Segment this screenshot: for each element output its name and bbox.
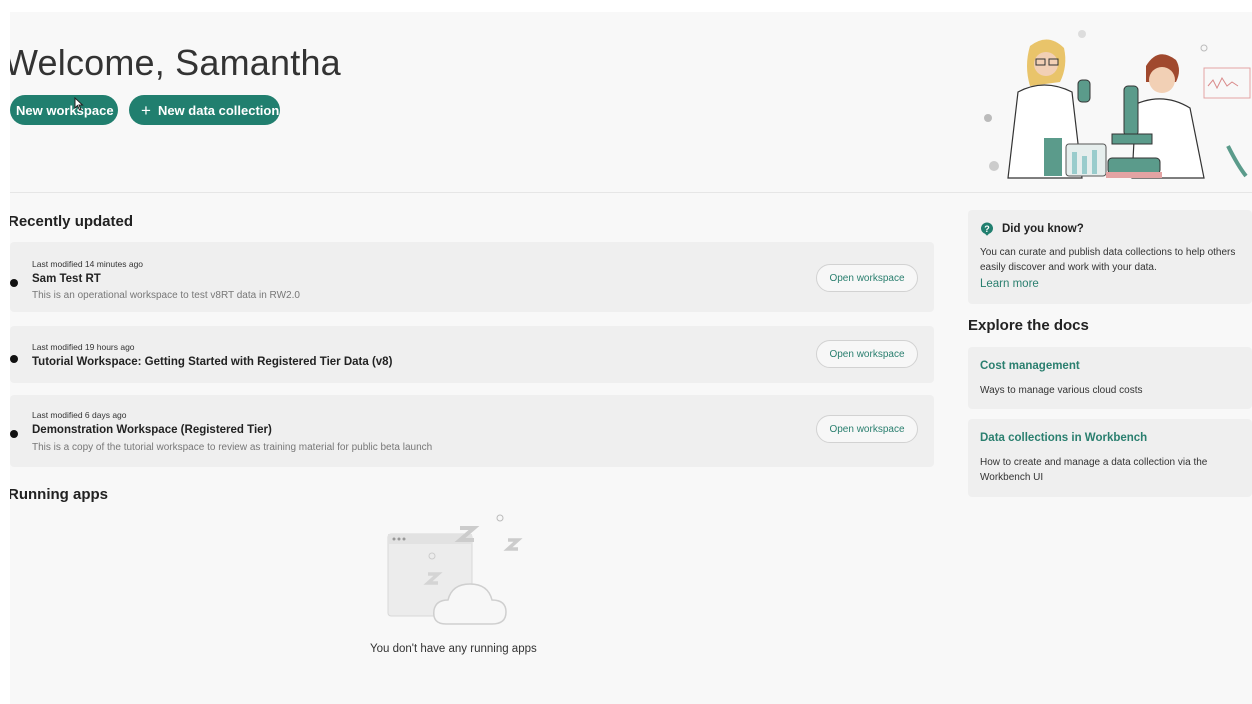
workspace-icon [10,430,18,438]
workspace-name[interactable]: Demonstration Workspace (Registered Tier… [32,424,272,436]
running-apps-title: Running apps [10,486,108,503]
workspace-name[interactable]: Tutorial Workspace: Getting Started with… [32,356,392,368]
recently-updated-title: Recently updated [10,213,134,230]
workspace-description: This is an operational workspace to test… [32,290,300,301]
new-workspace-label: New workspace [16,102,114,118]
new-data-collection-label: New data collection [157,102,280,118]
workspace-icon [10,355,18,363]
workspace-description: This is a copy of the tutorial workspace… [32,442,433,453]
doc-card-data-collections[interactable]: Data collections in Workbench How to cre… [968,419,1252,497]
svg-text:?: ? [984,224,990,234]
workspace-card[interactable]: Last modified 19 hours ago Tutorial Work… [10,326,934,383]
explore-docs-title: Explore the docs [968,317,1089,334]
doc-description: How to create and manage a data collecti… [980,457,1208,483]
welcome-heading: Welcome, Samantha [10,42,341,83]
scientists-illustration [984,30,1251,179]
workspace-last-modified: Last modified 14 minutes ago [32,259,144,269]
learn-more-link[interactable]: Learn more [980,278,1039,290]
workspace-name[interactable]: Sam Test RT [32,273,101,285]
header-divider [10,192,1252,193]
open-workspace-button[interactable]: Open workspace [816,340,918,368]
open-workspace-button[interactable]: Open workspace [816,264,918,292]
doc-link-data-collections[interactable]: Data collections in Workbench [980,432,1147,444]
mouse-cursor-icon [74,97,84,111]
did-you-know-card: ? Did you know? You can curate and publi… [968,210,1252,304]
sleeping-cloud-illustration [387,514,523,625]
doc-card-cost-management[interactable]: Cost management Ways to manage various c… [968,347,1252,409]
no-running-apps-text: You don't have any running apps [370,643,537,655]
home-page: Welcome, Samantha New workspace + New da… [10,12,1252,704]
workspace-icon [10,279,18,287]
did-you-know-text: You can curate and publish data collecti… [980,247,1236,273]
workspace-card[interactable]: Last modified 6 days ago Demonstration W… [10,395,934,467]
plus-icon: + [141,100,151,120]
workspace-last-modified: Last modified 6 days ago [32,410,127,420]
question-icon: ? [981,222,993,236]
doc-link-cost-management[interactable]: Cost management [980,360,1080,372]
new-workspace-button[interactable]: New workspace [10,95,118,125]
did-you-know-title: Did you know? [1002,223,1084,235]
workspace-last-modified: Last modified 19 hours ago [32,342,135,352]
new-data-collection-button[interactable]: + New data collection [129,95,280,125]
doc-description: Ways to manage various cloud costs [980,385,1143,396]
workspace-card[interactable]: Last modified 14 minutes ago Sam Test RT… [10,242,934,312]
open-workspace-button[interactable]: Open workspace [816,415,918,443]
